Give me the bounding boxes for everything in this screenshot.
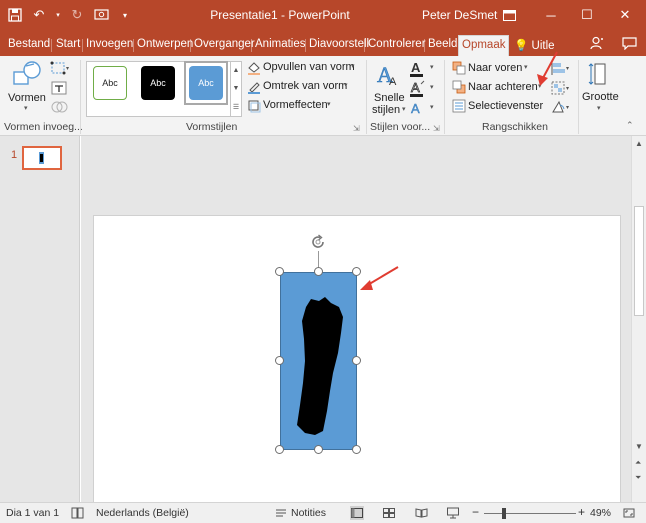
status-bar: Dia 1 van 1 Nederlands (België) Notities… <box>0 502 646 523</box>
zoom-level[interactable]: 49% <box>590 507 611 519</box>
zoom-slider-track[interactable] <box>484 513 576 514</box>
scroll-up-icon[interactable]: ▲ <box>635 139 643 148</box>
fit-slide-icon[interactable] <box>622 506 636 520</box>
slideshow-view-icon[interactable] <box>446 506 460 520</box>
zoom-slider-thumb[interactable] <box>501 508 506 519</box>
zoom-in-button[interactable]: + <box>578 505 585 519</box>
annotation-arrows <box>360 51 558 290</box>
slide-indicator: Dia 1 van 1 <box>6 507 60 519</box>
language-indicator[interactable]: Nederlands (België) <box>96 507 189 519</box>
previous-slide-icon[interactable]: ⏶ <box>635 458 641 468</box>
scroll-down-icon[interactable]: ▼ <box>635 442 643 451</box>
annotation-arrow-shape <box>360 266 399 290</box>
proofing-icon[interactable] <box>70 506 84 520</box>
next-slide-icon[interactable]: ⏷ <box>635 473 641 483</box>
vertical-scrollbar[interactable]: ▲ ▼ ⏶ ⏷ <box>631 136 646 502</box>
annotation-arrow-ribbon <box>537 51 558 86</box>
scrollbar-thumb[interactable] <box>634 206 644 316</box>
zoom-out-button[interactable]: − <box>472 505 479 519</box>
normal-view-icon[interactable] <box>350 506 364 520</box>
reading-view-icon[interactable] <box>414 506 428 520</box>
notes-icon[interactable] <box>274 506 288 520</box>
slide-sorter-icon[interactable] <box>382 506 396 520</box>
notes-button[interactable]: Notities <box>291 507 326 519</box>
